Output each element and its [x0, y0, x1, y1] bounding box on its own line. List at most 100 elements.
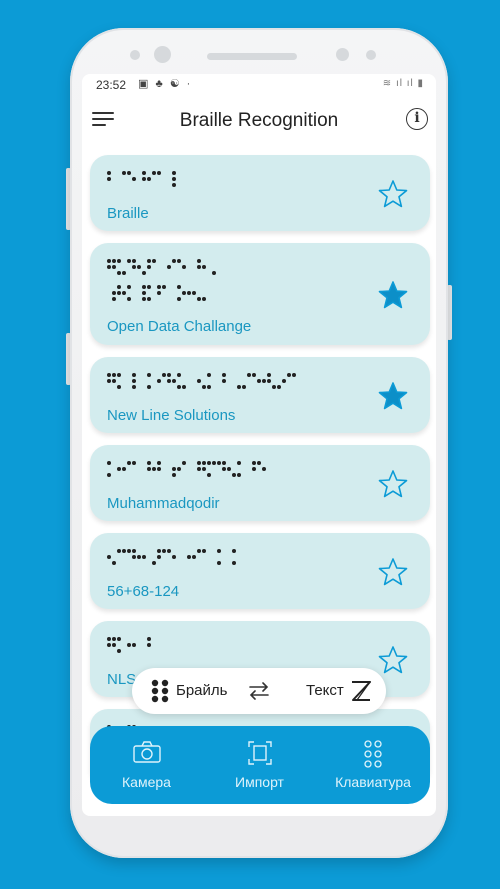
braille-dot: [197, 297, 201, 301]
braille-dot: [157, 555, 161, 559]
braille-dot: [177, 373, 181, 377]
braille-dot: [127, 549, 131, 553]
braille-dot: [157, 461, 161, 465]
tab-import[interactable]: Импорт: [203, 726, 316, 804]
braille-dot: [181, 265, 186, 269]
braille-dot: [227, 467, 231, 471]
braille-dot: [291, 373, 296, 377]
braille-dot: [201, 549, 206, 553]
braille-dot: [201, 461, 206, 465]
braille-dot: [127, 461, 131, 465]
card-label: Muhammadqodir: [107, 495, 220, 512]
braille-dot: [141, 171, 146, 175]
history-card[interactable]: 56+68-124: [90, 533, 430, 609]
braille-dot: [117, 291, 121, 295]
mode-toggle[interactable]: Брайль Текст: [132, 668, 386, 714]
tab-camera[interactable]: Камера: [90, 726, 203, 804]
braille-dot: [147, 643, 151, 647]
braille-dot: [131, 549, 136, 553]
braille-dot: [287, 373, 291, 377]
braille-dot: [197, 467, 201, 471]
braille-dot: [151, 467, 156, 471]
braille-dot: [161, 285, 166, 289]
braille-dot: [211, 271, 216, 275]
braille-dot: [157, 291, 161, 295]
text-z-icon: [352, 681, 372, 701]
app-bar: Braille Recognition i: [82, 96, 436, 144]
braille-dot: [221, 379, 226, 383]
star-filled-icon[interactable]: [378, 381, 408, 411]
star-outline-icon[interactable]: [378, 469, 408, 499]
info-icon[interactable]: i: [406, 108, 428, 130]
status-time: 23:52: [96, 78, 127, 92]
braille-dot: [141, 285, 146, 289]
braille-dot: [191, 555, 196, 559]
history-card[interactable]: New Line Solutions: [90, 357, 430, 433]
braille-dot: [111, 643, 116, 647]
braille-dot: [147, 297, 151, 301]
braille-dot: [237, 473, 241, 477]
swap-icon[interactable]: [248, 681, 270, 701]
braille-dot: [117, 549, 121, 553]
braille-dot: [171, 473, 176, 477]
braille-dot: [121, 291, 126, 295]
braille-dot: [147, 373, 151, 377]
braille-dot: [131, 259, 136, 263]
braille-dot: [131, 379, 136, 383]
braille-dot: [197, 265, 201, 269]
braille-dot: [231, 473, 236, 477]
braille-dot: [141, 271, 146, 275]
star-filled-icon[interactable]: [378, 280, 408, 310]
braille-dot: [201, 265, 206, 269]
braille-dot: [147, 285, 151, 289]
braille-dot: [147, 259, 151, 263]
braille-dot: [221, 461, 226, 465]
braille-dot: [177, 259, 181, 263]
card-label: 56+68-124: [107, 583, 180, 600]
braille-dot: [131, 643, 136, 647]
braille-dot: [241, 385, 246, 389]
star-outline-icon[interactable]: [378, 179, 408, 209]
braille-dot: [271, 385, 276, 389]
braille-dot: [117, 373, 121, 377]
history-card[interactable]: Braille: [90, 155, 430, 231]
braille-dot: [171, 183, 176, 187]
braille-dot: [141, 555, 146, 559]
tab-keyboard[interactable]: Клавиатура: [316, 726, 430, 804]
braille-dot: [201, 385, 206, 389]
braille-dot: [107, 379, 111, 383]
braille-dot: [191, 291, 196, 295]
braille-dot: [201, 467, 206, 471]
braille-dot: [107, 373, 111, 377]
history-card[interactable]: Open Data Challange: [90, 243, 430, 345]
braille-dot: [111, 637, 116, 641]
braille-dot: [111, 379, 116, 383]
braille-dot: [267, 379, 271, 383]
braille-dot: [121, 271, 126, 275]
braille-dot: [237, 385, 241, 389]
braille-dot: [261, 379, 266, 383]
history-card[interactable]: Muhammadqodir: [90, 445, 430, 521]
braille-dot: [131, 555, 136, 559]
braille-dot: [217, 561, 221, 565]
braille-dot: [221, 373, 226, 377]
braille-dot: [107, 555, 111, 559]
braille-dot: [127, 297, 131, 301]
star-outline-icon[interactable]: [378, 645, 408, 675]
tab-keyboard-label: Клавиатура: [335, 774, 411, 790]
braille-dot: [207, 473, 211, 477]
braille-dot: [111, 291, 116, 295]
keyboard-icon: [364, 740, 382, 768]
braille-dot: [127, 285, 131, 289]
braille-dot: [117, 259, 121, 263]
star-outline-icon[interactable]: [378, 557, 408, 587]
braille-dot: [131, 373, 136, 377]
braille-dot: [151, 561, 156, 565]
braille-dot: [117, 649, 121, 653]
braille-dot: [147, 177, 151, 181]
braille-dot: [217, 549, 221, 553]
braille-dot: [137, 265, 141, 269]
text-mode-label: Текст: [306, 682, 344, 699]
braille-dot: [251, 467, 256, 471]
braille-dot: [187, 291, 191, 295]
